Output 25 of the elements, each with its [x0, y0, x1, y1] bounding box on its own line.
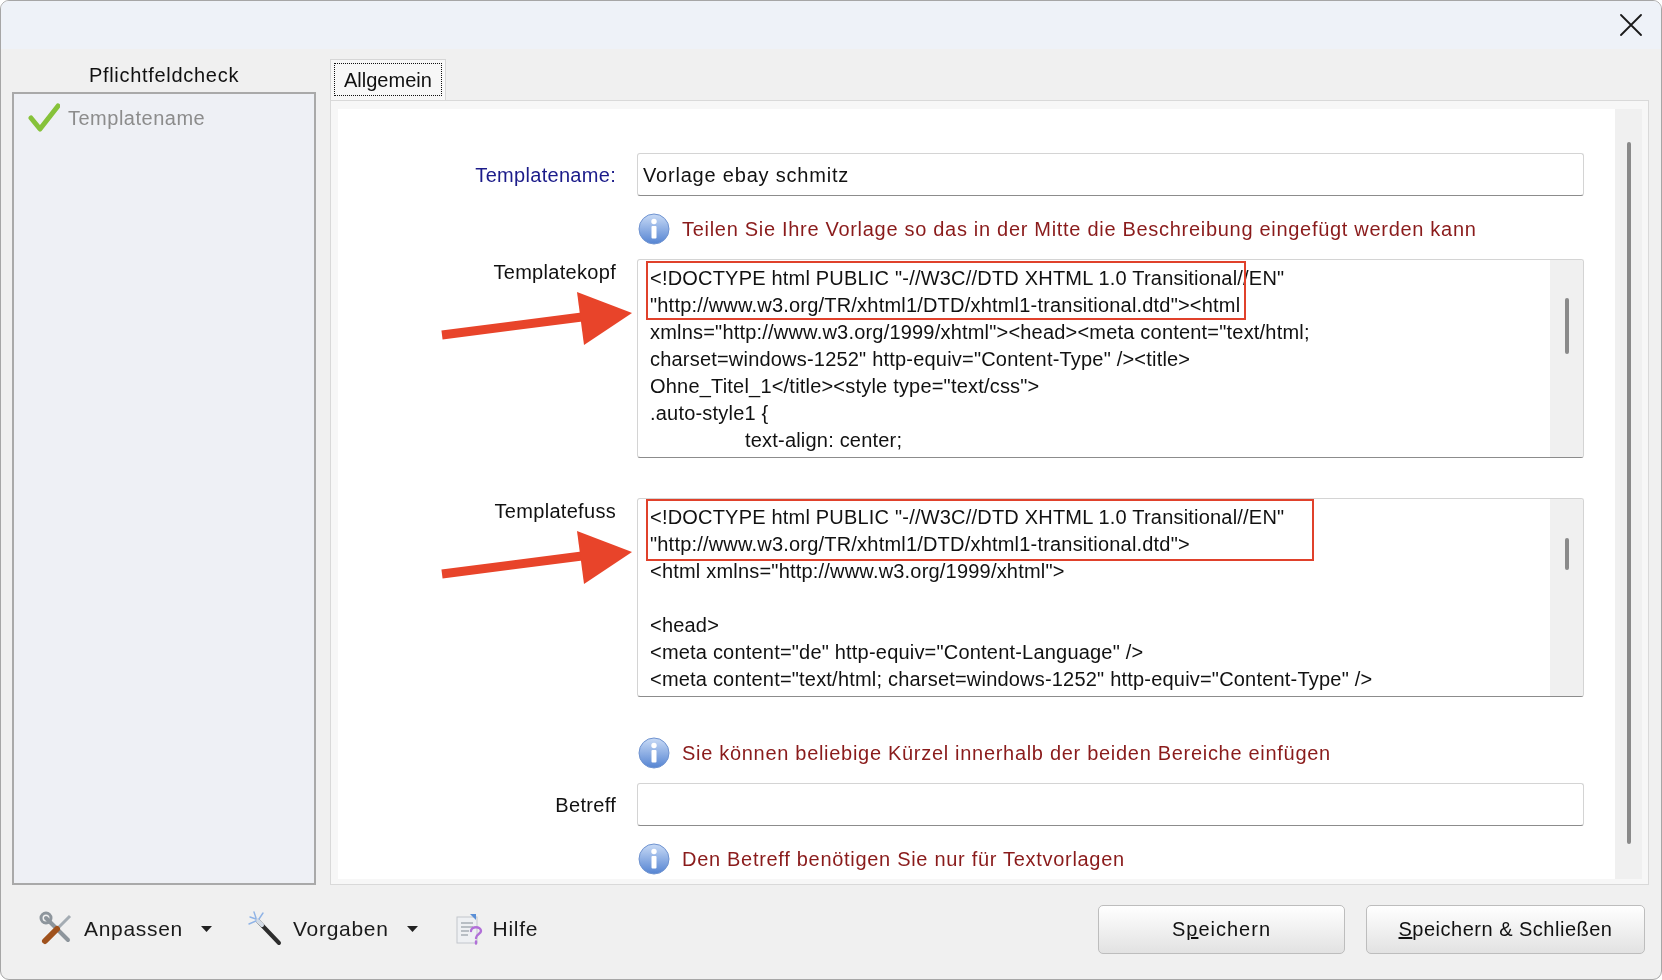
sidebar-title: Pflichtfeldcheck [88, 63, 240, 87]
info-text: Teilen Sie Ihre Vorlage so das in der Mitte die Beschreibung eingefügt werden kann [682, 217, 1477, 242]
magic-wand-icon [248, 911, 284, 947]
field-label: Templatename: [474, 162, 616, 188]
field-label: Templatekopf [492, 260, 616, 283]
toolbar-button[interactable]: Vorgaben [248, 911, 418, 947]
toolbar-button[interactable]: Anpassen [39, 911, 212, 947]
code-field[interactable]: <!DOCTYPE html PUBLIC "-//W3C//DTD XHTML 1.0 Transitional//EN" "http://www.w3.org/TR/xhtml1/DTD/xhtml1-transitional.dtd"> <html xmlns="http://www.w3.org/1999/xhtml"> <head> <meta content="de" http-equiv="Content-Language" /> <meta content="text/html; charset=windows-1252" http-equiv="Content-Type" /> [637, 498, 1584, 697]
field-label: Betreff [554, 792, 616, 818]
info-text: Den Betreff benötigen Sie nur für Textvorlagen [682, 847, 1125, 872]
save-close-button[interactable]: Speichern & Schließen [1366, 904, 1645, 954]
info-icon [638, 843, 670, 875]
info-icon [638, 213, 670, 245]
toolbar-button[interactable]: Hilfe [453, 912, 539, 946]
help-document-icon [453, 912, 484, 946]
close-icon [1620, 14, 1642, 36]
field-label: Templatefuss [493, 499, 616, 522]
info-icon [638, 737, 670, 769]
info-text: Sie können beliebige Kürzel innerhalb der beiden Bereiche einfügen [682, 741, 1331, 766]
text-field[interactable] [637, 783, 1584, 826]
tab[interactable]: Allgemein [330, 59, 446, 100]
save-button[interactable]: Speichern [1098, 904, 1345, 954]
scrollbar-thumb [1564, 538, 1569, 570]
text-field[interactable]: Vorlage ebay schmitz [637, 153, 1584, 196]
scrollbar-thumb [1564, 298, 1569, 354]
